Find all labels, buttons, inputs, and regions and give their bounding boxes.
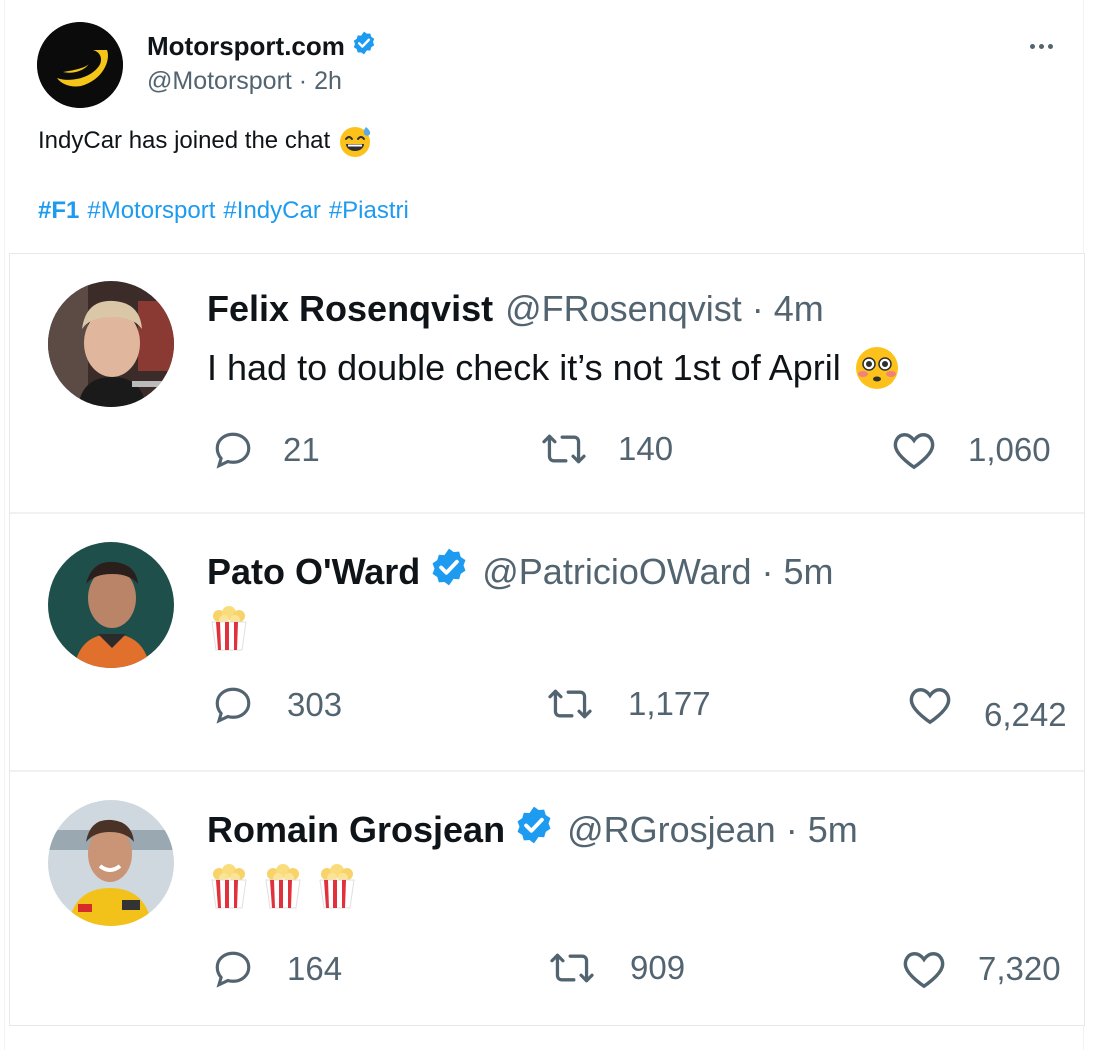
hashtag-link[interactable]: #IndyCar — [223, 197, 320, 225]
popcorn-emoji-icon — [261, 862, 305, 910]
like-count: 6,242 — [984, 696, 1067, 733]
reply-card: Pato O'Ward @PatricioOWard · 5m 303 1,17… — [10, 512, 1084, 772]
retweet-count: 909 — [630, 949, 686, 986]
tweet-text: IndyCar has joined the chat — [38, 127, 331, 154]
author-handle-time[interactable]: @Motorsport · 2h — [147, 67, 342, 96]
felix-rosenqvist-avatar — [48, 281, 174, 407]
retweet-button[interactable]: 909 — [548, 948, 685, 988]
reply-author-name[interactable]: Felix Rosenqvist — [207, 288, 493, 330]
popcorn-emoji-icon — [315, 862, 359, 910]
reply-count: 21 — [283, 431, 320, 468]
reply-button[interactable]: 303 — [211, 684, 342, 726]
retweet-icon — [542, 434, 586, 464]
heart-icon — [909, 688, 951, 725]
dot-icon — [1038, 43, 1044, 49]
hashtag-row: #F1 #Motorsport #IndyCar #Piastri — [38, 197, 409, 225]
motorsport-avatar[interactable] — [37, 22, 123, 108]
retweet-count: 1,177 — [628, 685, 711, 722]
reply-button[interactable]: 21 — [211, 429, 320, 471]
verified-badge-icon — [351, 30, 377, 63]
comment-bubble-icon — [215, 432, 251, 469]
reply-header: Pato O'Ward @PatricioOWard · 5m — [207, 546, 834, 597]
reply-count: 164 — [287, 950, 343, 987]
like-count: 1,060 — [968, 431, 1051, 468]
retweet-icon — [550, 953, 594, 983]
reply-header: Felix Rosenqvist @FRosenqvist · 4m — [207, 288, 824, 330]
reply-actions: 303 1,177 6,242 — [10, 684, 1084, 734]
reply-card: Romain Grosjean @RGrosjean · 5m 164 909 … — [10, 770, 1084, 1030]
author-name-text: Motorsport.com — [147, 31, 345, 61]
hashtag-link[interactable]: #Motorsport — [87, 197, 215, 225]
dot-icon — [1029, 43, 1035, 49]
reply-body: I had to double check it’s not 1st of Ap… — [207, 344, 901, 392]
more-options-button[interactable] — [1021, 34, 1061, 58]
reply-actions: 21 140 1,060 — [10, 429, 1084, 479]
reply-body — [207, 604, 251, 652]
tweet-card: Motorsport.com @Motorsport · 2h IndyCar … — [4, 0, 1085, 1050]
reply-card: Felix Rosenqvist @FRosenqvist · 4m I had… — [10, 254, 1084, 514]
grinning-sweat-emoji-icon — [338, 124, 372, 158]
hashtag-link[interactable]: #F1 — [38, 197, 79, 225]
retweet-button[interactable]: 1,177 — [546, 684, 711, 724]
hashtag-link[interactable]: #Piastri — [329, 197, 409, 225]
comment-bubble-icon — [215, 687, 251, 724]
flushed-face-emoji-icon — [853, 344, 901, 392]
like-count: 7,320 — [978, 950, 1061, 987]
reply-author-name[interactable]: Romain Grosjean — [207, 809, 505, 851]
reply-author-name[interactable]: Pato O'Ward — [207, 551, 420, 593]
like-button[interactable]: 6,242 — [906, 684, 1067, 733]
like-button[interactable]: 1,060 — [890, 429, 1051, 471]
like-button[interactable]: 7,320 — [900, 948, 1061, 990]
reply-handle-time[interactable]: @FRosenqvist · 4m — [505, 288, 824, 330]
reply-button[interactable]: 164 — [211, 948, 342, 990]
heart-icon — [893, 433, 935, 470]
reply-body — [207, 862, 359, 910]
popcorn-emoji-icon — [207, 862, 251, 910]
pato-oward-avatar — [48, 542, 174, 668]
embedded-image[interactable]: Felix Rosenqvist @FRosenqvist · 4m I had… — [9, 253, 1085, 1026]
reply-text: I had to double check it’s not 1st of Ap… — [207, 347, 841, 388]
dot-icon — [1047, 43, 1053, 49]
retweet-button[interactable]: 140 — [540, 429, 673, 469]
romain-grosjean-avatar — [48, 800, 174, 926]
reply-header: Romain Grosjean @RGrosjean · 5m — [207, 804, 858, 855]
author-name[interactable]: Motorsport.com — [147, 30, 377, 63]
reply-actions: 164 909 7,320 — [10, 948, 1084, 998]
verified-badge-icon — [513, 804, 555, 855]
motorsport-logo-icon — [37, 22, 123, 108]
reply-handle-time[interactable]: @RGrosjean · 5m — [567, 809, 858, 851]
retweet-icon — [548, 689, 592, 719]
verified-badge-icon — [428, 546, 470, 597]
comment-bubble-icon — [215, 951, 251, 988]
retweet-count: 140 — [618, 430, 674, 467]
heart-icon — [903, 952, 945, 989]
reply-count: 303 — [287, 686, 343, 723]
reply-handle-time[interactable]: @PatricioOWard · 5m — [482, 551, 833, 593]
popcorn-emoji-icon — [207, 604, 251, 652]
tweet-body: IndyCar has joined the chat — [38, 124, 372, 158]
